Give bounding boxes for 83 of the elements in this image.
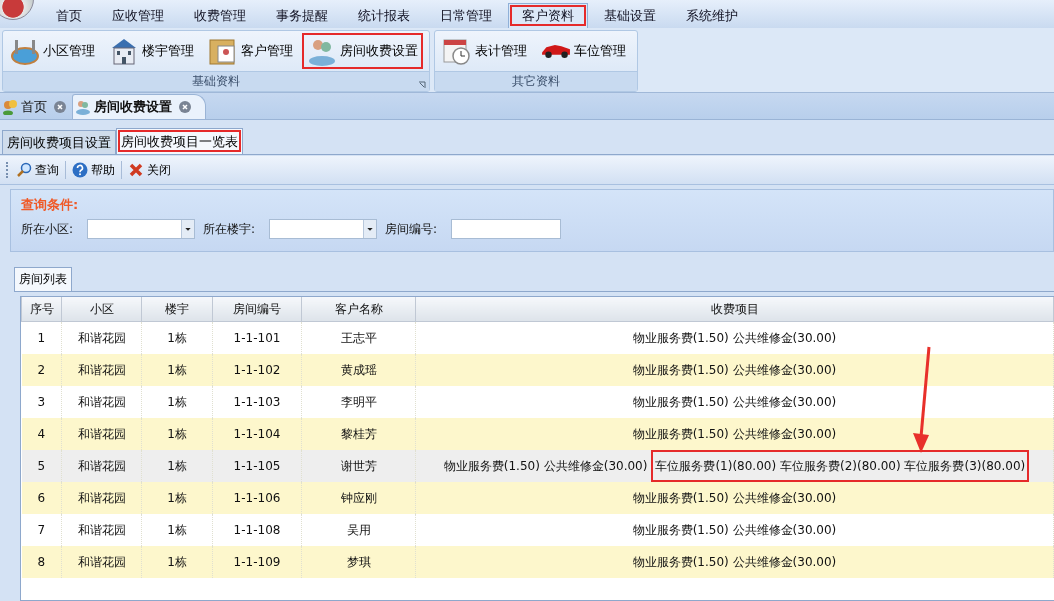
menu-tab[interactable]: 事务提醒 [262,3,342,28]
close-icon [128,162,144,178]
table-cell: 1-1-104 [212,418,302,450]
fee-items: 物业服务费(1.50) 公共维修金(30.00) [631,329,838,347]
column-header[interactable]: 客户名称 [301,297,416,322]
table-cell: 和谐花园 [61,482,142,514]
field-label: 所在楼宇: [203,220,256,238]
text-input[interactable] [451,219,562,239]
combo-box[interactable] [269,219,378,239]
column-header[interactable]: 序号 [21,297,62,322]
table-cell: 黄成瑶 [301,354,416,386]
menu-tab[interactable]: 首页 [42,3,96,28]
table-cell: 8 [21,546,62,578]
document-tab[interactable]: 首页 [0,95,72,119]
column-header[interactable]: 收费项目 [415,297,1054,322]
field-label: 房间编号: [385,220,438,238]
menu-tab[interactable]: 统计报表 [344,3,424,28]
column-header[interactable]: 小区 [61,297,142,322]
ribbon-button[interactable]: 表计管理 [437,33,532,69]
fee-items: 物业服务费(1.50) 公共维修金(30.00) [631,361,838,379]
table-cell: 和谐花园 [61,354,142,386]
folder-icon [208,36,238,66]
close-icon[interactable] [54,101,66,113]
table-cell: 和谐花园 [61,546,142,578]
dialog-launcher-icon[interactable] [418,81,426,89]
ribbon-button[interactable]: 房间收费设置 [302,33,423,69]
fee-items: 车位服务费(1)(80.00) 车位服务费(2)(80.00) 车位服务费(3)(80.00) [651,449,1030,482]
table-cell: 1-1-109 [212,546,302,578]
table-cell: 2 [21,354,62,386]
menu-tab[interactable]: 基础设置 [590,3,670,28]
ribbon-button[interactable]: 车位管理 [536,33,631,69]
ribbon-button[interactable]: 客户管理 [203,33,298,69]
table-cell: 1栋 [141,450,213,482]
fee-items: 物业服务费(1.50) 公共维修金(30.00) [631,393,838,411]
ribbon-group-title: 其它资料 [512,73,560,90]
fee-items: 物业服务费(1.50) 公共维修金(30.00) [631,553,838,571]
menu-tab[interactable]: 日常管理 [426,3,506,28]
ribbon-group-title: 基础资料 [192,73,240,90]
list-tab[interactable]: 房间列表 [14,267,72,291]
fee-items: 物业服务费(1.50) 公共维修金(30.00) [631,521,838,539]
people-icon [75,99,91,115]
field-label: 所在小区: [21,220,74,238]
car-icon [541,43,571,59]
menu-tab[interactable]: 系统维护 [672,3,752,28]
combo-box[interactable] [87,219,196,239]
search-icon [16,162,32,178]
fee-items: 物业服务费(1.50) 公共维修金(30.00) [631,489,838,507]
table-cell: 钟应刚 [301,482,416,514]
user-icon [2,99,18,115]
toolbar-button[interactable]: 查询 [13,159,62,181]
table-cell: 和谐花园 [61,418,142,450]
table-cell: 1栋 [141,482,213,514]
ribbon-button[interactable]: 小区管理 [5,33,100,69]
close-icon[interactable] [179,101,191,113]
menu-tab[interactable]: 客户资料 [508,3,588,28]
table-cell: 1-1-102 [212,354,302,386]
table-cell: 1栋 [141,354,213,386]
table-cell: 1-1-105 [212,450,302,482]
toolbar-button[interactable]: 关闭 [125,159,174,181]
table-cell: 黎桂芳 [301,418,416,450]
table-cell: 4 [21,418,62,450]
fee-items: 物业服务费(1.50) 公共维修金(30.00) [631,425,838,443]
table-cell: 谢世芳 [301,450,416,482]
table-cell: 梦琪 [301,546,416,578]
table-cell: 5 [21,450,62,482]
calendar-clock-icon [442,36,472,66]
column-header[interactable]: 楼宇 [141,297,213,322]
document-tab[interactable]: 房间收费设置 [72,94,206,119]
table-cell: 6 [21,482,62,514]
menu-tab[interactable]: 收费管理 [180,3,260,28]
table-cell: 1栋 [141,418,213,450]
query-title: 查询条件: [21,196,80,214]
ribbon-button[interactable]: 楼宇管理 [104,33,199,69]
table-cell: 1-1-106 [212,482,302,514]
sub-tab[interactable]: 房间收费项目一览表 [116,128,243,154]
help-icon [72,162,88,178]
column-header[interactable]: 房间编号 [212,297,302,322]
fee-items: 物业服务费(1.50) 公共维修金(30.00) [442,457,649,475]
table-cell: 和谐花园 [61,450,142,482]
menu-tab[interactable]: 应收管理 [98,3,178,28]
sub-tab[interactable]: 房间收费项目设置 [2,130,116,154]
table-cell: 1栋 [141,546,213,578]
toolbar-button[interactable]: 帮助 [69,159,118,181]
